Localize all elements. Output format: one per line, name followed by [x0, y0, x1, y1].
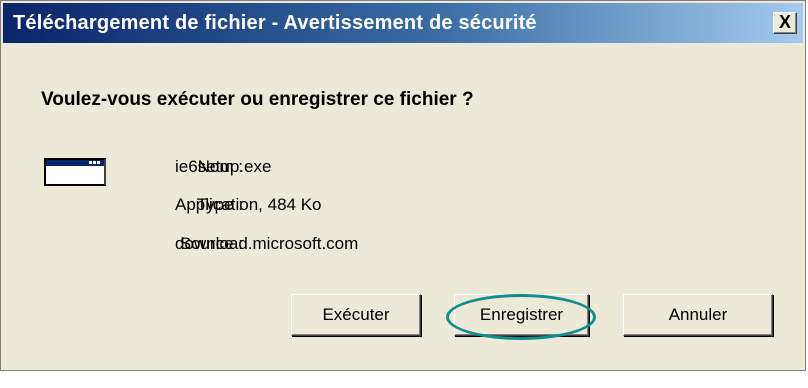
- security-warning-dialog: Téléchargement de fichier - Avertissemen…: [0, 0, 806, 371]
- type-value: Application, 484 Ko: [175, 195, 322, 214]
- name-value: ie6setup.exe: [175, 157, 272, 176]
- cancel-button[interactable]: Annuler: [623, 294, 773, 336]
- source-value: download.microsoft.com: [175, 234, 359, 253]
- application-window-icon: [44, 158, 106, 186]
- run-button[interactable]: Exécuter: [291, 294, 421, 336]
- close-button[interactable]: X: [773, 12, 797, 34]
- title-bar[interactable]: Téléchargement de fichier - Avertissemen…: [3, 3, 803, 43]
- dialog-question: Voulez-vous exécuter ou enregistrer ce f…: [41, 89, 474, 110]
- window-icon-controls: [89, 161, 101, 164]
- window-title: Téléchargement de fichier - Avertissemen…: [13, 12, 537, 34]
- save-button[interactable]: Enregistrer: [454, 294, 589, 336]
- close-icon: X: [778, 12, 791, 32]
